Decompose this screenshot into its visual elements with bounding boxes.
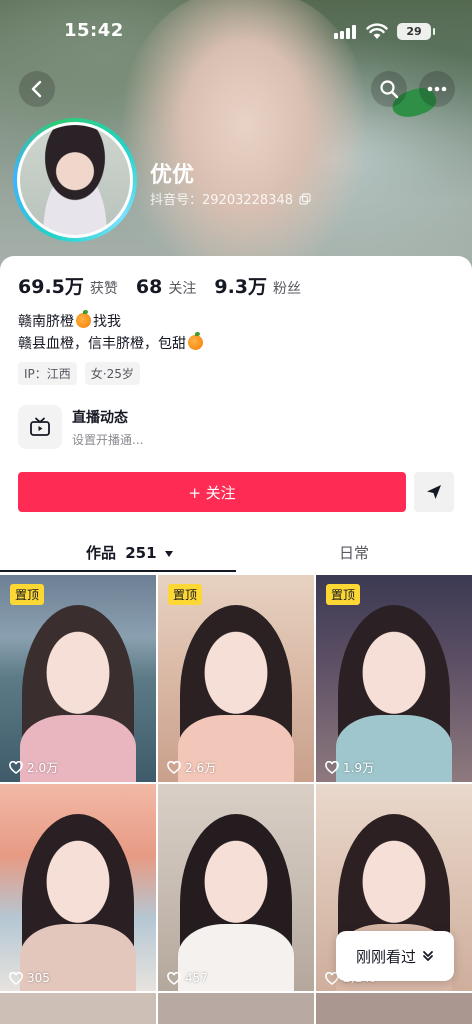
- tab-works[interactable]: 作品 251: [86, 542, 174, 563]
- follow-button[interactable]: + 关注: [18, 472, 406, 512]
- search-icon: [380, 80, 399, 99]
- video-thumbnail[interactable]: 置顶 1.9万: [316, 575, 472, 782]
- live-activity-subtitle: 设置开播通...: [72, 433, 144, 447]
- stat-following-value: 68: [135, 276, 163, 298]
- caret-down-icon: [164, 551, 173, 557]
- like-count-value: 2.0万: [27, 761, 59, 775]
- video-thumbnail[interactable]: [158, 993, 314, 1024]
- send-arrow-icon: [427, 485, 441, 499]
- status-time: 15:42: [64, 20, 124, 41]
- wifi-icon: [366, 23, 388, 39]
- like-count: 2.6万: [167, 759, 216, 776]
- pinned-badge: 置顶: [326, 584, 361, 605]
- thumbnail-face: [38, 839, 118, 934]
- content-tabs: 作品 251 日常: [0, 530, 472, 574]
- more-button[interactable]: [419, 71, 455, 107]
- stat-followers[interactable]: 9.3万 粉丝: [214, 272, 301, 299]
- pinned-badge: 置顶: [168, 584, 203, 605]
- avatar-live-ring[interactable]: [13, 118, 137, 242]
- send-message-button[interactable]: [414, 472, 454, 512]
- thumbnail-face: [354, 630, 434, 725]
- stat-followers-label: 粉丝: [273, 281, 302, 297]
- follow-button-label: + 关注: [188, 483, 236, 502]
- video-thumbnail[interactable]: [0, 993, 156, 1024]
- video-thumbnail[interactable]: 置顶 2.6万: [158, 575, 314, 782]
- tv-icon: [30, 417, 50, 436]
- profile-tags: IP：江西 女·25岁: [18, 362, 140, 385]
- video-thumbnail[interactable]: 305: [0, 784, 156, 991]
- tab-works-label: 作品: [86, 544, 117, 562]
- orange-emoji-icon: [188, 332, 203, 350]
- like-count: 1.9万: [325, 759, 374, 776]
- thumbnail-face: [354, 839, 434, 934]
- gender-age-tag: 女·25岁: [84, 362, 140, 385]
- like-count-value: 2.6万: [185, 761, 217, 775]
- tab-works-count: 251: [125, 544, 157, 562]
- pinned-badge: 置顶: [10, 584, 45, 605]
- bio-line-1-text: 赣南脐橙: [18, 314, 74, 330]
- live-activity-title[interactable]: 直播动态: [72, 407, 128, 427]
- bio-line-1-suffix: 找我: [93, 314, 121, 330]
- back-button[interactable]: [19, 71, 55, 107]
- thumbnail-face: [196, 630, 276, 725]
- douyin-id-row[interactable]: 抖音号：29203228348: [150, 189, 311, 208]
- status-bar: 15:42 29: [0, 0, 472, 56]
- tab-daily-label: 日常: [339, 544, 370, 562]
- stat-followers-value: 9.3万: [214, 276, 268, 298]
- stat-likes-label: 获赞: [89, 281, 118, 297]
- profile-nickname: 优优: [150, 163, 195, 188]
- live-activity-button[interactable]: [18, 405, 62, 449]
- video-thumbnail[interactable]: 457: [158, 784, 314, 991]
- profile-bio: 赣南脐橙 找我 赣县血橙，信丰脐橙，包甜: [18, 310, 205, 355]
- like-count-value: 305: [27, 971, 50, 985]
- video-thumbnail[interactable]: [316, 993, 472, 1024]
- heart-icon: [167, 761, 181, 774]
- stat-following[interactable]: 68 关注: [136, 276, 196, 298]
- copy-icon[interactable]: [299, 192, 311, 205]
- avatar[interactable]: [17, 122, 133, 238]
- heart-icon: [167, 971, 181, 985]
- like-count: 2.0万: [9, 759, 58, 776]
- tab-daily[interactable]: 日常: [339, 542, 369, 563]
- chevron-left-icon: [31, 80, 42, 98]
- double-chevron-down-icon: [423, 951, 433, 961]
- heart-icon: [325, 761, 339, 774]
- orange-emoji-icon: [76, 310, 91, 328]
- active-tab-indicator: [0, 570, 236, 572]
- like-count: 305: [9, 971, 50, 985]
- heart-icon: [9, 761, 23, 774]
- search-button[interactable]: [371, 71, 407, 107]
- battery-indicator: 29: [397, 23, 435, 40]
- recently-viewed-button[interactable]: 刚刚看过: [336, 931, 454, 981]
- like-count: 457: [167, 971, 208, 985]
- video-thumbnail[interactable]: 置顶 2.0万: [0, 575, 156, 782]
- stat-likes[interactable]: 69.5万 获赞: [18, 272, 118, 299]
- bio-line-2: 赣县血橙，信丰脐橙，包甜: [18, 332, 205, 355]
- heart-icon: [9, 971, 23, 985]
- thumbnail-face: [196, 839, 276, 934]
- ip-location-tag: IP：江西: [18, 362, 77, 385]
- stat-following-label: 关注: [168, 281, 197, 297]
- bio-line-1: 赣南脐橙 找我: [18, 310, 205, 333]
- stat-likes-value: 69.5万: [18, 276, 84, 298]
- douyin-id-text: 抖音号：29203228348: [150, 193, 293, 208]
- more-dots-icon: [427, 86, 447, 92]
- battery-level: 29: [406, 25, 422, 38]
- like-count-value: 1.9万: [343, 761, 375, 775]
- thumbnail-face: [38, 630, 118, 725]
- profile-stats: 69.5万 获赞 68 关注 9.3万 粉丝: [18, 272, 319, 299]
- recently-viewed-label: 刚刚看过: [355, 947, 416, 966]
- bio-line-2-text: 赣县血橙，信丰脐橙，包甜: [18, 336, 186, 352]
- cellular-signal-icon: [334, 25, 358, 39]
- like-count-value: 457: [185, 971, 208, 985]
